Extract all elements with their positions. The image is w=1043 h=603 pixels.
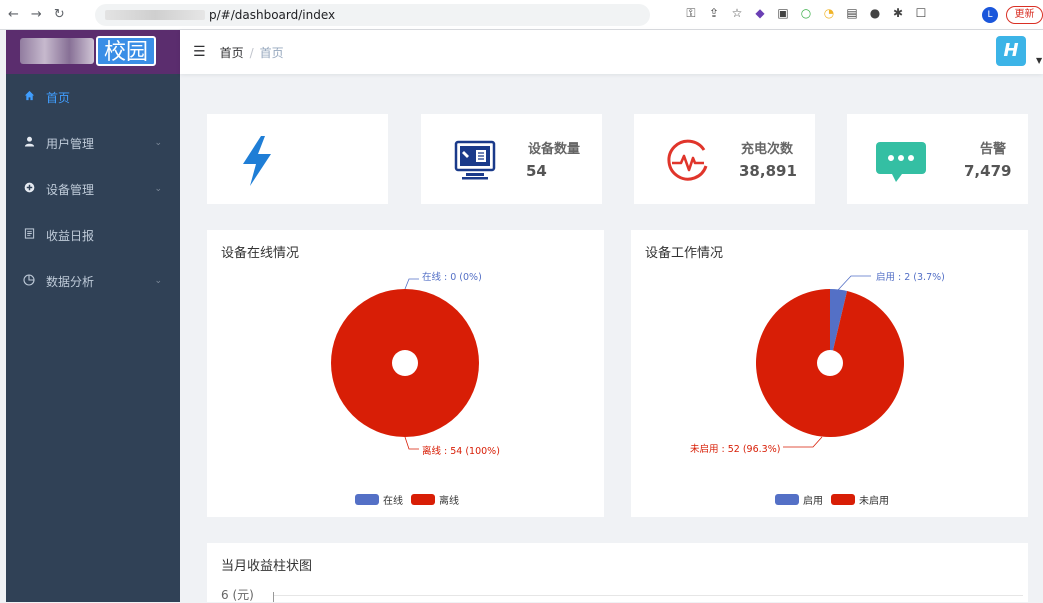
share-icon[interactable]: ⇪ — [707, 6, 721, 20]
sidebar-item-home[interactable]: 首页 — [6, 74, 180, 120]
extension-icon[interactable]: ○ — [799, 6, 813, 20]
sidebar-item-daily-report[interactable]: 收益日报 — [6, 212, 180, 258]
sidebar-item-label: 首页 — [46, 90, 71, 105]
blurred-logo-text — [20, 38, 94, 64]
stat-label: 告警 — [979, 142, 1006, 157]
sidebar: 校园 首页 用户管理 ⌄ 设备管理 ⌄ 收益日报 数据分析 ⌄ — [6, 30, 180, 602]
leader-line — [404, 436, 419, 450]
update-button[interactable]: 更新 — [1006, 6, 1043, 24]
hamburger-icon[interactable]: ☰ — [193, 44, 206, 60]
stat-value: 54 — [526, 162, 547, 180]
address-bar[interactable]: p/#/dashboard/index — [95, 4, 650, 26]
y-axis-label: 6 (元) — [221, 588, 254, 602]
extension-icon[interactable]: ▣ — [776, 6, 790, 20]
forward-icon[interactable]: → — [31, 7, 42, 22]
stat-label: 设备数量 — [527, 142, 580, 157]
leader-line — [837, 275, 871, 291]
device-monitor-icon — [445, 134, 505, 188]
slice-label-offline: 离线 : 54 (100%) — [422, 446, 500, 457]
extension-icon[interactable]: ◆ — [753, 6, 767, 20]
stat-label: 充电次数 — [740, 142, 793, 157]
reload-icon[interactable]: ↻ — [54, 7, 65, 22]
device-icon — [22, 182, 36, 196]
leader-line — [404, 278, 419, 290]
extension-icon[interactable]: ◔ — [822, 6, 836, 20]
legend-swatch[interactable] — [831, 494, 855, 505]
chevron-down-icon: ⌄ — [154, 138, 162, 148]
star-icon[interactable]: ☆ — [730, 6, 744, 20]
pie-center-hole — [392, 350, 418, 376]
sidepanel-icon[interactable]: ☐ — [914, 6, 928, 20]
work-pie-chart — [756, 275, 904, 448]
legend: 在线 离线 — [355, 492, 459, 507]
stat-value: 7,479 — [964, 162, 1012, 180]
profile-avatar[interactable]: L — [982, 7, 998, 23]
key-icon[interactable]: ⚿ — [684, 6, 698, 20]
stat-card-charges[interactable]: 充电次数 38,891 — [634, 114, 815, 204]
puzzle-icon[interactable]: ✱ — [891, 6, 905, 20]
breadcrumb-home[interactable]: 首页 — [220, 46, 244, 60]
income-bar-panel: 当月收益柱状图 — [207, 543, 1028, 602]
stat-card-power[interactable] — [207, 114, 388, 204]
breadcrumb: 首页 / 首页 — [219, 45, 284, 60]
home-icon — [22, 90, 36, 104]
extension-icons: ⚿ ⇪ ☆ ◆ ▣ ○ ◔ ▤ ● ✱ ☐ — [684, 6, 928, 20]
lightning-icon — [227, 134, 287, 188]
stat-card-alarms[interactable]: 告警 7,479 — [847, 114, 1028, 204]
slice-label-online: 在线 : 0 (0%) — [422, 272, 482, 283]
legend-item[interactable]: 在线 — [383, 492, 403, 507]
sidebar-item-analysis[interactable]: 数据分析 ⌄ — [6, 258, 180, 304]
message-icon — [871, 134, 931, 188]
legend-swatch[interactable] — [411, 494, 435, 505]
stat-value: 38,891 — [739, 162, 797, 180]
grid-line — [273, 595, 1023, 596]
chevron-down-icon: ⌄ — [154, 276, 162, 286]
legend-item[interactable]: 离线 — [439, 492, 459, 507]
back-icon[interactable]: ← — [8, 7, 19, 22]
slice-label-disabled: 未启用 : 52 (96.3%) — [690, 444, 781, 455]
slice-label-enabled: 启用 : 2 (3.7%) — [876, 272, 945, 283]
navbar: ☰ 首页 / 首页 H ▼ — [180, 30, 1043, 74]
address-url: p/#/dashboard/index — [209, 8, 336, 22]
legend-item[interactable]: 未启用 — [859, 492, 889, 507]
y-axis — [273, 592, 274, 602]
sidebar-item-users[interactable]: 用户管理 ⌄ — [6, 120, 180, 166]
stat-card-devices[interactable]: 设备数量 54 — [421, 114, 602, 204]
chart-icon — [22, 273, 36, 289]
legend: 启用 未启用 — [775, 492, 889, 507]
user-icon — [22, 136, 36, 150]
extension-icon[interactable]: ● — [868, 6, 882, 20]
online-pie-chart — [331, 278, 479, 450]
sidebar-item-label: 用户管理 — [46, 136, 95, 151]
heartbeat-icon — [658, 134, 718, 188]
avatar[interactable]: H — [996, 36, 1026, 66]
pie-center-hole — [817, 350, 843, 376]
report-icon — [22, 228, 36, 242]
legend-swatch[interactable] — [355, 494, 379, 505]
logo: 校园 — [6, 30, 180, 74]
blurred-host — [105, 10, 205, 20]
sidebar-item-label: 设备管理 — [46, 182, 95, 197]
sidebar-item-label: 收益日报 — [46, 228, 95, 243]
extension-icon[interactable]: ▤ — [845, 6, 859, 20]
leader-line — [783, 436, 823, 448]
panel-title: 当月收益柱状图 — [221, 559, 313, 574]
caret-down-icon[interactable]: ▼ — [1036, 56, 1042, 65]
logo-text: 校园 — [96, 36, 157, 66]
browser-toolbar: ← → ↻ p/#/dashboard/index ⚿ ⇪ ☆ ◆ ▣ ○ ◔ … — [0, 0, 1043, 30]
legend-swatch[interactable] — [775, 494, 799, 505]
sidebar-item-label: 数据分析 — [46, 274, 95, 289]
chevron-down-icon: ⌄ — [154, 184, 162, 194]
legend-item[interactable]: 启用 — [803, 492, 823, 507]
breadcrumb-current: 首页 — [259, 45, 284, 60]
sidebar-item-devices[interactable]: 设备管理 ⌄ — [6, 166, 180, 212]
